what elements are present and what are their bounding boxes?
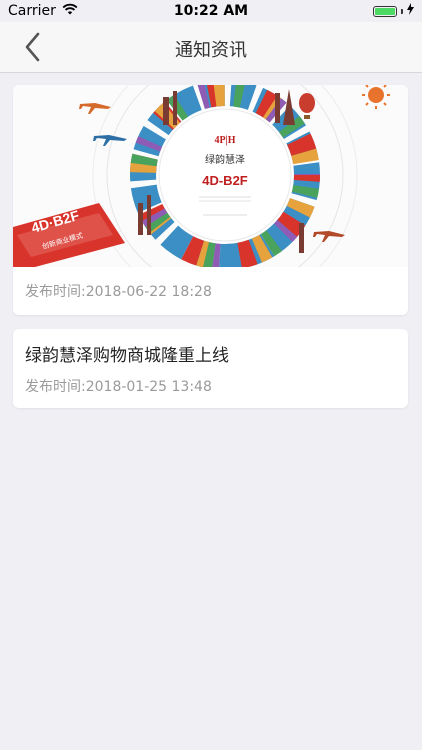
article-list: 4P|H 绿韵慧泽 4D-B2F 4D·B2F 创新商业模式 发布时间:2018… xyxy=(13,85,408,422)
status-right xyxy=(373,3,414,19)
airplane-icon xyxy=(79,103,111,114)
battery-cap xyxy=(401,8,403,14)
article-date: 发布时间:2018-06-22 18:28 xyxy=(25,284,212,300)
status-time: 10:22 AM xyxy=(173,3,249,19)
banner-graphic: 4P|H 绿韵慧泽 4D-B2F 4D·B2F 创新商业模式 xyxy=(13,85,390,267)
sun-icon xyxy=(362,85,390,109)
charging-icon xyxy=(407,3,414,19)
article-card[interactable]: 绿韵慧泽购物商城隆重上线 发布时间:2018-01-25 13:48 xyxy=(13,329,408,408)
status-bar: Carrier 10:22 AM xyxy=(0,0,422,22)
hot-air-balloon-icon xyxy=(299,93,315,119)
article-date: 发布时间:2018-01-25 13:48 xyxy=(25,379,212,395)
article-title: 绿韵慧泽购物商城隆重上线 xyxy=(25,346,229,366)
article-card[interactable]: 4P|H 绿韵慧泽 4D-B2F 4D·B2F 创新商业模式 发布时间:2018… xyxy=(13,85,408,315)
page-title: 通知资讯 xyxy=(175,40,247,61)
badge-graphic: 4D·B2F 创新商业模式 xyxy=(13,203,125,267)
banner-brand-text: 绿韵慧泽 xyxy=(205,153,245,166)
battery-icon xyxy=(373,5,397,17)
navigation-bar: 通知资讯 xyxy=(0,22,422,73)
banner-product-text: 4D-B2F xyxy=(202,173,248,188)
article-banner-image: 4P|H 绿韵慧泽 4D-B2F 4D·B2F 创新商业模式 xyxy=(13,85,408,267)
banner-logo-text: 4P|H xyxy=(214,135,235,146)
